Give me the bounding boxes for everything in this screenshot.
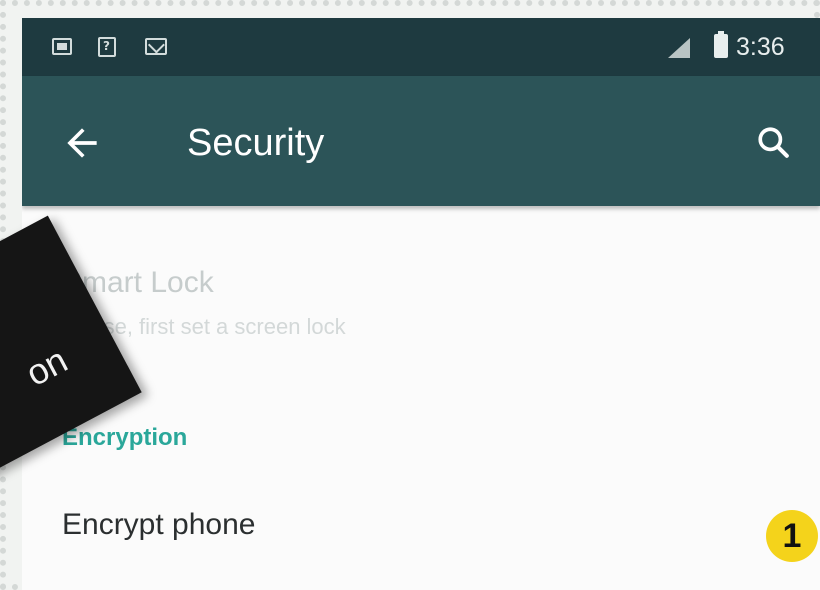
status-bar: 3:36: [22, 18, 820, 76]
battery-icon: [714, 31, 728, 58]
encrypt-phone-item[interactable]: Encrypt phone: [22, 496, 820, 556]
search-icon: [758, 127, 789, 158]
settings-list: Smart Lock To use, first set a screen lo…: [22, 206, 820, 590]
app-toolbar: Security: [22, 76, 820, 206]
back-button[interactable]: [60, 121, 104, 165]
phone-screen: 3:36 Security Smart Lock To use, first s…: [22, 18, 820, 590]
back-arrow-icon: [67, 128, 97, 158]
signal-icon: [668, 38, 690, 58]
status-time: 3:36: [736, 33, 785, 61]
category-encryption: Encryption: [62, 424, 188, 451]
smart-lock-item[interactable]: Smart Lock To use, first set a screen lo…: [22, 266, 820, 366]
encrypt-phone-title: Encrypt phone: [62, 508, 256, 541]
step-number-badge: 1: [766, 510, 818, 562]
overlay-label-text: on: [19, 338, 74, 394]
page-title: Security: [187, 122, 325, 164]
search-button[interactable]: [752, 121, 796, 165]
sim-icon: [98, 37, 116, 57]
image-icon: [52, 38, 72, 55]
mail-icon: [145, 38, 167, 55]
